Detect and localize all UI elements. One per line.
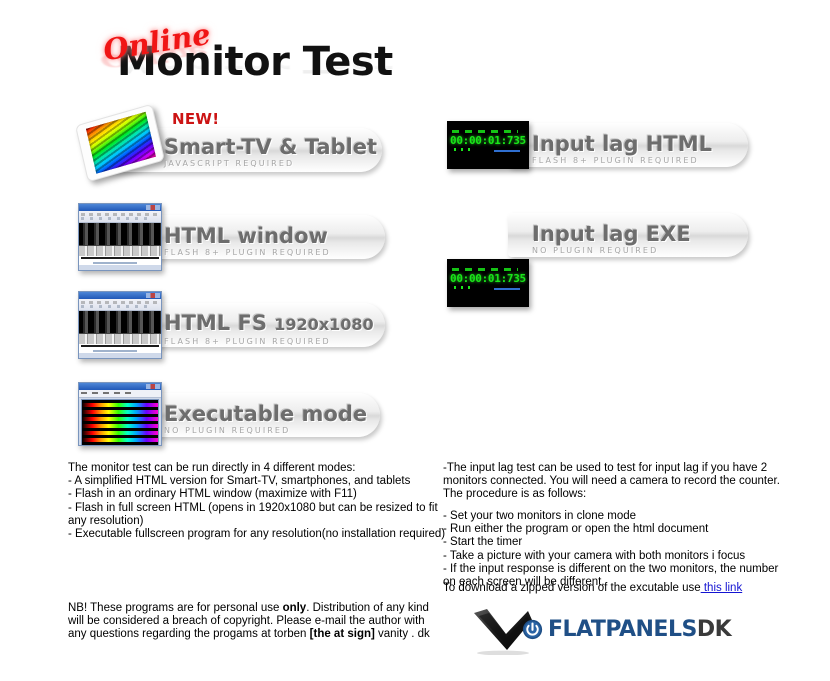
thumbnail-executable[interactable] [78,382,162,446]
window-statusbar [79,344,161,353]
mode-button-html-window[interactable] [140,215,385,259]
mode-button-input-lag-html[interactable] [508,123,748,167]
timer-progress-bar [494,288,520,290]
notice-part-3: vanity . dk [374,628,430,641]
tablet-device-icon [75,103,165,183]
window-statusbar [79,256,161,265]
brand-wordmark: FLATPANELSDK [548,617,732,642]
window-test-pattern [79,311,161,344]
thumbnail-input-lag-html[interactable]: 00:00:01:735 [447,121,529,169]
window-titlebar [79,204,161,211]
timer-readout-html: 00:00:01:735 [450,134,526,147]
notice-emphasis-at-sign: [the at sign] [309,628,375,641]
timer-indicator-dots [454,286,470,289]
window-titlebar [79,292,161,299]
footer-logo[interactable]: FLATPANELSDK [470,607,732,665]
modes-description-text: The monitor test can be run directly in … [68,462,446,541]
window-test-pattern [79,223,161,256]
tablet-rainbow-screen [85,111,156,174]
thumbnail-input-lag-exe[interactable]: 00:00:01:735 [447,259,529,307]
timer-indicator-dots [454,148,470,151]
window-titlebar [79,383,161,390]
mode-button-input-lag-exe[interactable] [508,213,748,257]
window-toolbar [79,211,161,223]
window-menubar [79,390,161,398]
timer-segment-marks [452,268,518,271]
page-root: Monitor Test Online Monitor Test Online … [0,0,830,681]
timer-segment-marks [452,130,518,133]
window-toolbar [79,299,161,311]
thumbnail-html-window[interactable] [78,203,162,271]
mode-button-html-fs[interactable] [140,303,385,347]
notice-emphasis-only: only [282,602,307,614]
brand-name-main: FLATPANELS [548,617,697,642]
timer-readout-exe: 00:00:01:735 [450,272,526,285]
download-prefix-text: To download a zipped version of the excu… [443,582,701,594]
page-title: Monitor Test Online Monitor Test Online [98,17,523,100]
thumbnail-smart-tv-tablet[interactable] [75,103,172,183]
notice-text: NB! These programs are for personal use … [68,602,446,642]
power-icon [522,619,543,640]
inputlag-intro-text: -The input lag test can be used to test … [443,462,780,501]
brand-name-suffix: DK [696,617,732,642]
download-link[interactable]: this link [701,582,742,594]
thumbnail-html-fs[interactable] [78,291,162,359]
notice-part-1: NB! These programs are for personal use [68,602,283,614]
new-badge: NEW! [172,110,220,128]
inputlag-steps-text: - Set your two monitors in clone mode - … [443,510,779,589]
mode-button-executable[interactable] [140,393,380,437]
download-line: To download a zipped version of the excu… [443,582,783,595]
timer-progress-bar [494,150,520,152]
spectrum-test-pattern [81,399,159,445]
